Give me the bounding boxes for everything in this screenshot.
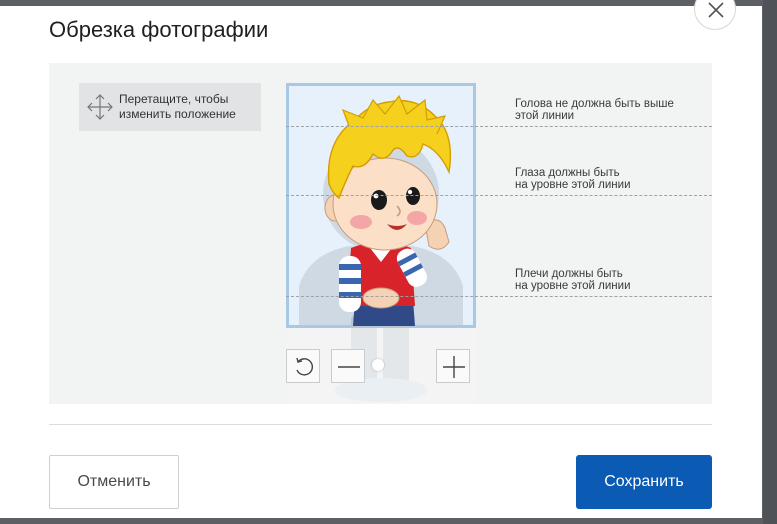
drag-hint-text: Перетащите, чтобы изменить положение (119, 92, 236, 122)
guide-label-1-line1: Голова не должна быть выше (515, 98, 674, 110)
rotate-button[interactable] (286, 349, 320, 383)
zoom-slider-thumb[interactable] (371, 359, 384, 371)
zoom-slider[interactable] (334, 359, 430, 371)
close-button[interactable] (694, 0, 736, 30)
drag-hint: Перетащите, чтобы изменить положение (79, 83, 261, 131)
footer-divider (49, 424, 712, 425)
close-icon (708, 2, 724, 18)
crop-controls (286, 349, 476, 389)
guide-label-1: Голова не должна быть выше этой линии (515, 98, 674, 122)
guide-label-2-line2: на уровне этой линии (515, 179, 631, 191)
modal-title: Обрезка фотографии (49, 17, 269, 42)
save-button[interactable]: Сохранить (576, 455, 712, 509)
guide-label-3-line1: Плечи должны быть (515, 268, 623, 280)
guide-label-2-line1: Глаза должны быть (515, 167, 620, 179)
drag-arrows-icon (87, 94, 113, 120)
guide-line-2 (286, 195, 712, 196)
rotate-left-icon (296, 357, 313, 376)
crop-stage[interactable]: Перетащите, чтобы изменить положение Гол… (49, 63, 712, 404)
zoom-in-button[interactable] (436, 349, 470, 383)
guide-label-3-line2: на уровне этой линии (515, 280, 631, 292)
cancel-button[interactable]: Отменить (49, 455, 179, 509)
drag-hint-line1: Перетащите, чтобы (119, 92, 229, 106)
drag-hint-line2: изменить положение (119, 107, 236, 121)
guide-line-1 (286, 126, 712, 127)
guide-label-3: Плечи должны быть на уровне этой линии (515, 268, 631, 292)
guide-label-2: Глаза должны быть на уровне этой линии (515, 167, 631, 191)
guide-label-1-line2: этой линии (515, 110, 575, 122)
guide-line-3 (286, 296, 712, 297)
crop-photo-modal: Обрезка фотографии Перетащите, чтобы изм… (0, 0, 762, 518)
plus-icon (443, 356, 465, 378)
page-scrollbar[interactable] (763, 0, 777, 524)
minus-icon (338, 366, 360, 368)
